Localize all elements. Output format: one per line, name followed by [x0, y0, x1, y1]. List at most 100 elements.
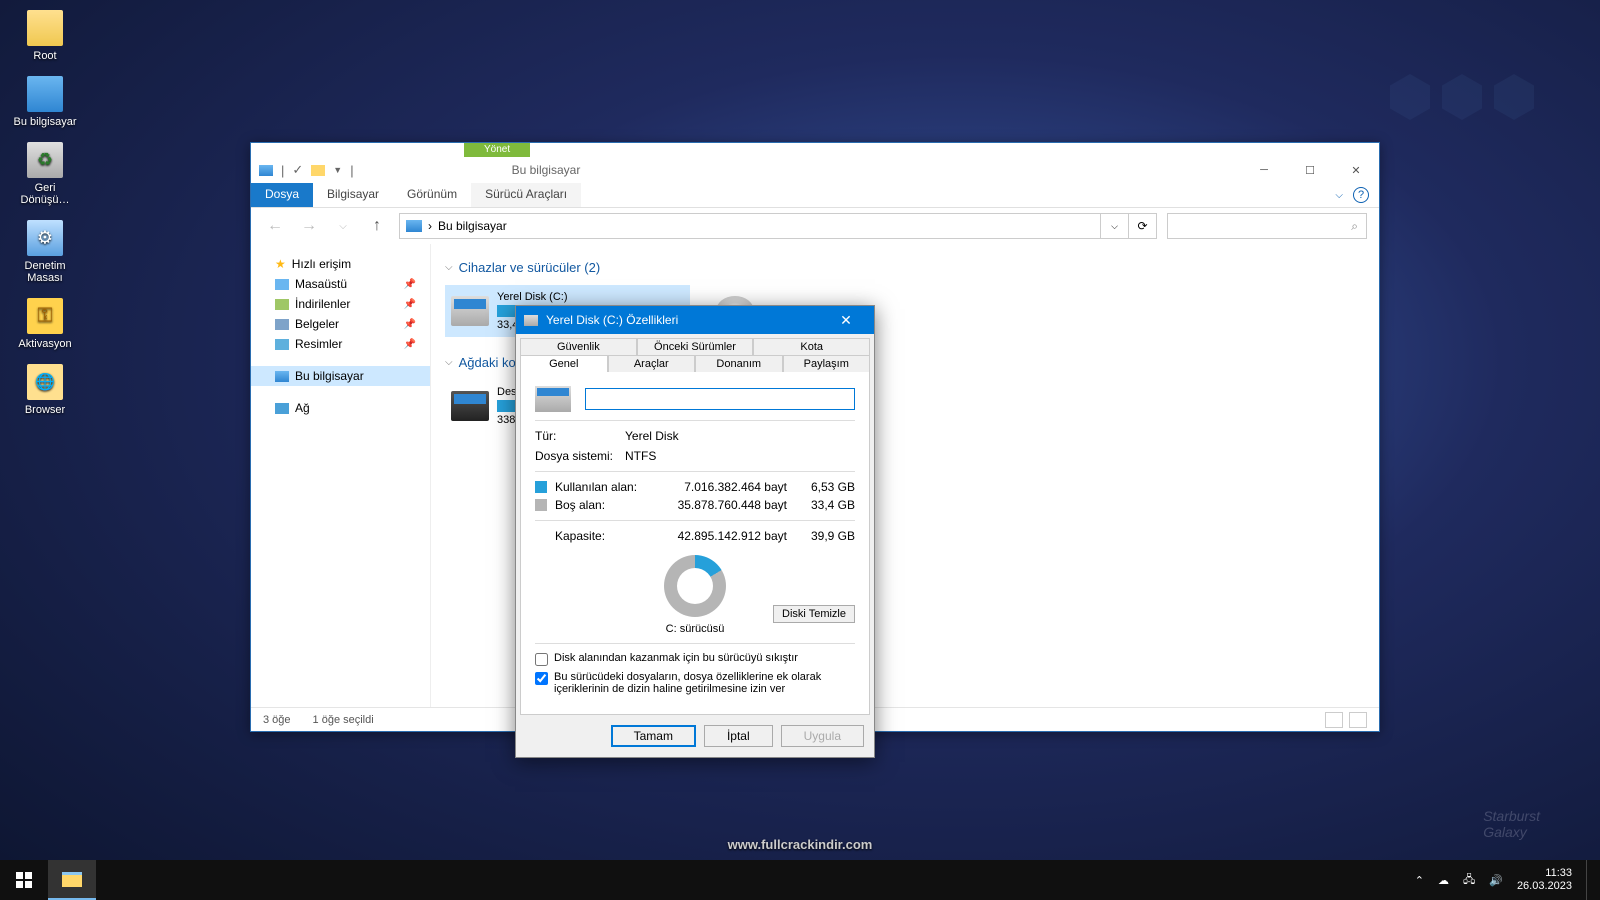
index-checkbox-row[interactable]: Bu sürücüdeki dosyaların, dosya özellikl…	[535, 671, 855, 695]
tab-previous-versions[interactable]: Önceki Sürümler	[637, 338, 754, 355]
label-free: Boş alan:	[555, 498, 605, 512]
nav-quick-access[interactable]: ★Hızlı erişim	[251, 254, 430, 274]
nav-network[interactable]: Ağ	[251, 398, 430, 418]
refresh-button[interactable]: ⟳	[1129, 213, 1157, 239]
value-capacity-gb: 39,9 GB	[795, 529, 855, 543]
clock-time: 11:33	[1517, 867, 1572, 880]
window-title: Bu bilgisayar	[502, 163, 1241, 177]
value-free-gb: 33,4 GB	[795, 498, 855, 512]
taskbar: ⌃ ☁ 🖧 🔊 11:33 26.03.2023	[0, 860, 1600, 900]
navigation-pane: ★Hızlı erişim Masaüstü📌 İndirilenler📌 Be…	[251, 244, 431, 707]
pin-icon: 📌	[404, 319, 416, 330]
nav-downloads[interactable]: İndirilenler📌	[251, 294, 430, 314]
search-input[interactable]: ⌕	[1167, 213, 1367, 239]
start-button[interactable]	[0, 860, 48, 900]
value-free-bytes: 35.878.760.448 bayt	[678, 498, 787, 512]
recycle-icon	[27, 142, 63, 178]
qat-separator: |	[350, 163, 353, 178]
desktop-icon-root[interactable]: Root	[10, 10, 80, 62]
show-desktop-button[interactable]	[1586, 860, 1592, 900]
disk-icon	[451, 296, 489, 326]
compress-checkbox[interactable]	[535, 653, 548, 666]
value-used-bytes: 7.016.382.464 bayt	[684, 480, 787, 494]
address-dropdown[interactable]: ⌵	[1101, 213, 1129, 239]
tab-security[interactable]: Güvenlik	[520, 338, 637, 355]
ribbon-tab-file[interactable]: Dosya	[251, 183, 313, 207]
tab-sharing[interactable]: Paylaşım	[783, 355, 871, 372]
desktop-icon-recycle[interactable]: Geri Dönüşü…	[10, 142, 80, 206]
pictures-icon	[275, 339, 289, 350]
qat-properties-icon[interactable]: ✓	[292, 162, 303, 178]
tab-general[interactable]: Genel	[520, 355, 608, 372]
desktop-icon-control-panel[interactable]: Denetim Masası	[10, 220, 80, 284]
breadcrumb-item[interactable]: Bu bilgisayar	[438, 219, 507, 233]
desktop-icon-label: Root	[33, 50, 56, 62]
nav-desktop[interactable]: Masaüstü📌	[251, 274, 430, 294]
maximize-button[interactable]: ☐	[1287, 157, 1333, 183]
qat-dropdown-icon[interactable]: ▼	[333, 165, 342, 175]
desktop-icon-this-pc[interactable]: Bu bilgisayar	[10, 76, 80, 128]
desktop-icon-browser[interactable]: Browser	[10, 364, 80, 416]
value-capacity-bytes: 42.895.142.912 bayt	[678, 529, 787, 543]
usage-donut-chart	[664, 555, 726, 617]
view-details-button[interactable]	[1325, 712, 1343, 728]
wallpaper-decoration	[1494, 74, 1534, 120]
cancel-button[interactable]: İptal	[704, 725, 773, 747]
explorer-icon	[62, 872, 82, 887]
nav-pictures[interactable]: Resimler📌	[251, 334, 430, 354]
apply-button[interactable]: Uygula	[781, 725, 864, 747]
documents-icon	[275, 319, 289, 330]
clock-date: 26.03.2023	[1517, 880, 1572, 893]
label-type: Tür:	[535, 429, 625, 443]
disk-cleanup-button[interactable]: Diski Temizle	[773, 605, 855, 623]
watermark: www.fullcrackindir.com	[728, 837, 873, 852]
disk-icon	[524, 315, 538, 326]
section-devices[interactable]: ⌵Cihazlar ve sürücüler (2)	[445, 260, 1365, 275]
ribbon-tab-view[interactable]: Görünüm	[393, 183, 471, 207]
nav-up-button[interactable]: ↑	[365, 214, 389, 238]
help-icon[interactable]: ?	[1353, 187, 1369, 203]
value-used-gb: 6,53 GB	[795, 480, 855, 494]
nav-this-pc[interactable]: Bu bilgisayar	[251, 366, 430, 386]
nav-recent-dropdown[interactable]: ⌵	[331, 214, 355, 238]
ribbon-tab-drive-tools[interactable]: Sürücü Araçları	[471, 183, 581, 207]
properties-dialog: Yerel Disk (C:) Özellikleri ✕ Güvenlik Ö…	[515, 305, 875, 758]
tray-network-icon[interactable]: 🖧	[1463, 871, 1475, 890]
volume-name-input[interactable]	[585, 388, 855, 410]
wallpaper-decoration	[1442, 74, 1482, 120]
tab-quota[interactable]: Kota	[753, 338, 870, 355]
tab-tools[interactable]: Araçlar	[608, 355, 696, 372]
label-used: Kullanılan alan:	[555, 480, 637, 494]
nav-back-button[interactable]: ←	[263, 214, 287, 238]
drive-name: Yerel Disk (C:)	[497, 291, 684, 303]
desktop-icon-activation[interactable]: Aktivasyon	[10, 298, 80, 350]
tray-overflow-icon[interactable]: ⌃	[1415, 874, 1424, 887]
tray-onedrive-icon[interactable]: ☁	[1438, 874, 1449, 887]
value-type: Yerel Disk	[625, 429, 679, 443]
tab-hardware[interactable]: Donanım	[695, 355, 783, 372]
view-large-button[interactable]	[1349, 712, 1367, 728]
desktop-icon-label: Geri Dönüşü…	[21, 182, 70, 206]
ribbon-collapse-icon[interactable]: ⌵	[1335, 190, 1343, 201]
ribbon-tab-computer[interactable]: Bilgisayar	[313, 183, 393, 207]
pin-icon: 📌	[404, 299, 416, 310]
chevron-down-icon: ⌵	[445, 262, 453, 273]
dialog-titlebar[interactable]: Yerel Disk (C:) Özellikleri ✕	[516, 306, 874, 334]
compress-checkbox-row[interactable]: Disk alanından kazanmak için bu sürücüyü…	[535, 652, 855, 666]
index-checkbox[interactable]	[535, 672, 548, 685]
desktop-icon-label: Browser	[25, 404, 65, 416]
label-filesystem: Dosya sistemi:	[535, 449, 625, 463]
nav-forward-button[interactable]: →	[297, 214, 321, 238]
minimize-button[interactable]: ─	[1241, 157, 1287, 183]
ok-button[interactable]: Tamam	[611, 725, 696, 747]
nav-documents[interactable]: Belgeler📌	[251, 314, 430, 334]
tray-volume-icon[interactable]: 🔊	[1489, 874, 1503, 887]
tray-clock[interactable]: 11:33 26.03.2023	[1517, 867, 1572, 893]
address-bar[interactable]: › Bu bilgisayar	[399, 213, 1101, 239]
label-capacity: Kapasite:	[555, 529, 605, 543]
dialog-close-button[interactable]: ✕	[826, 306, 866, 334]
close-button[interactable]: ✕	[1333, 157, 1379, 183]
taskbar-explorer[interactable]	[48, 860, 96, 900]
dialog-title: Yerel Disk (C:) Özellikleri	[546, 313, 678, 327]
qat-folder-icon[interactable]	[311, 165, 325, 176]
